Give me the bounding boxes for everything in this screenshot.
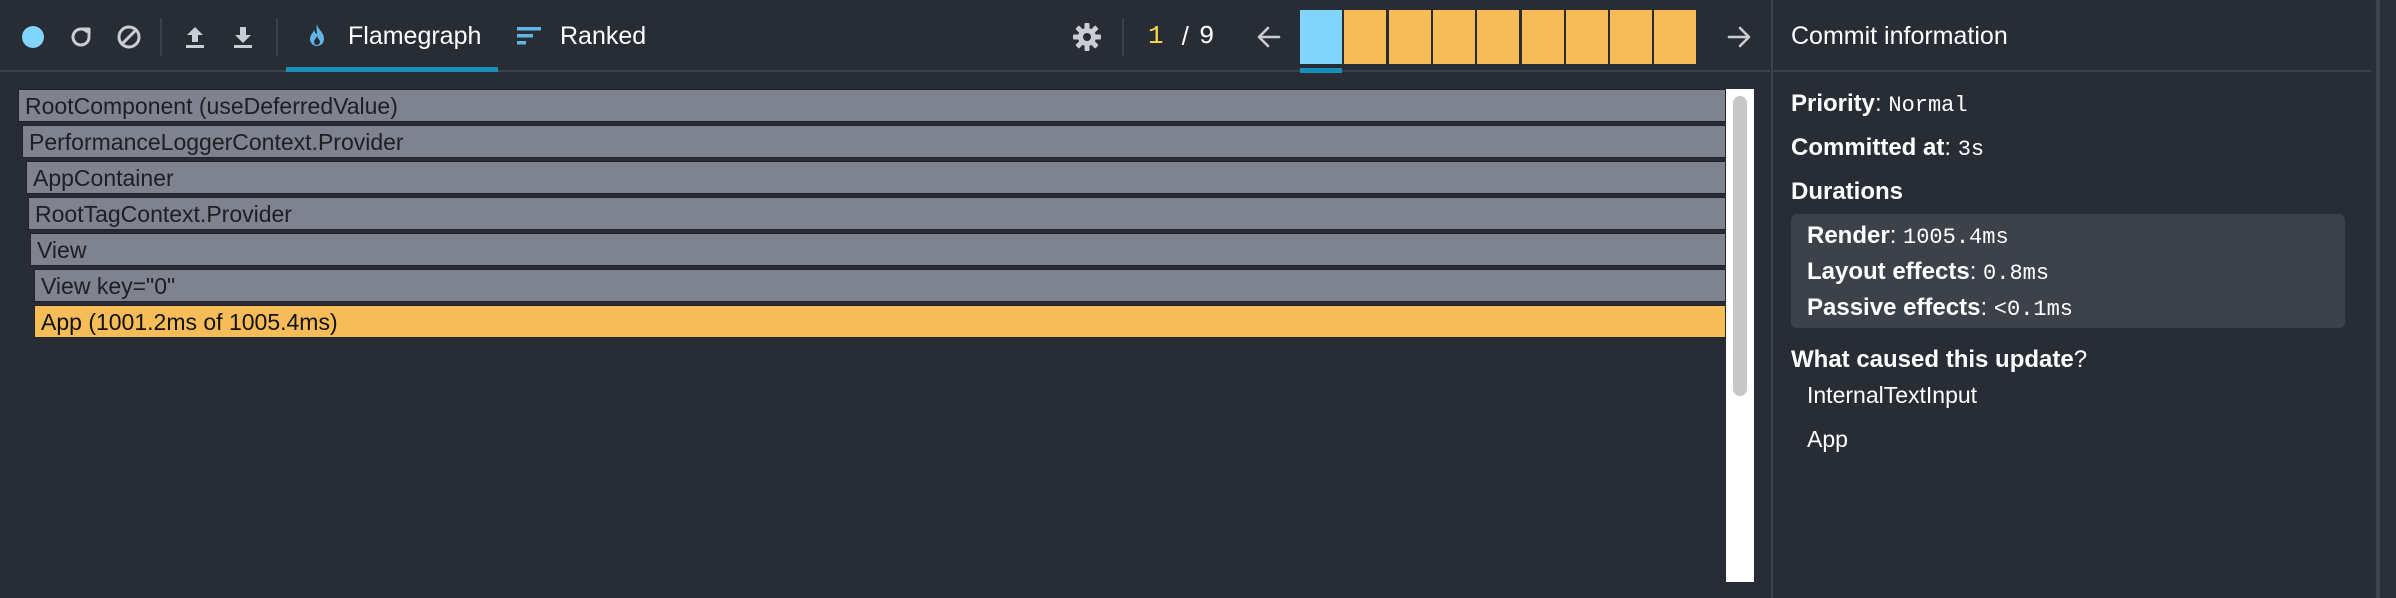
tab-ranked-label: Ranked [560, 21, 647, 50]
tab-ranked[interactable]: Ranked [516, 0, 666, 72]
profiler-main-panel: Flamegraph Ranked 1 / 9 RootComponent (u… [0, 0, 1770, 598]
commit-counter: 1 / 9 [1148, 0, 1214, 72]
layout-effects-label: Layout effects [1807, 258, 1970, 285]
download-icon [234, 27, 252, 48]
durations-box: Render: 1005.4ms Layout effects: 0.8ms P… [1791, 214, 2345, 328]
flamegraph-node[interactable]: View key="0" [34, 269, 1726, 302]
flamegraph-chart: RootComponent (useDeferredValue) Performa… [0, 72, 1770, 598]
load-profile-button[interactable] [178, 20, 212, 54]
arrow-right-icon [1727, 26, 1751, 48]
update-cause-item[interactable]: App [1807, 426, 1848, 453]
update-cause-title: What caused this update [1791, 346, 2074, 373]
committed-at-line: Committed at: 3s [1791, 134, 1985, 162]
next-commit-button[interactable] [1722, 20, 1756, 54]
window-edge-divider [2376, 0, 2380, 598]
arrow-left-icon [1257, 26, 1281, 48]
clear-profiling-data-button[interactable] [112, 20, 146, 54]
layout-effects-value: 0.8ms [1983, 261, 2050, 286]
render-duration-line: Render: 1005.4ms [1807, 222, 2009, 250]
clear-icon [117, 25, 141, 49]
profiler-toolbar: Flamegraph Ranked 1 / 9 [0, 0, 1770, 73]
flamegraph-scrollbar-thumb[interactable] [1733, 96, 1747, 396]
toolbar-separator [1122, 18, 1124, 56]
commit-bar[interactable] [1522, 10, 1564, 64]
render-label: Render [1807, 222, 1890, 249]
priority-value: Normal [1888, 93, 1968, 118]
render-value: 1005.4ms [1903, 225, 2009, 250]
record-circle-icon [22, 26, 44, 48]
upload-icon [186, 27, 204, 48]
ranked-icon [517, 27, 541, 45]
reload-icon [71, 27, 91, 47]
previous-commit-button[interactable] [1252, 20, 1286, 54]
passive-effects-line: Passive effects: <0.1ms [1807, 294, 2074, 322]
tab-flamegraph[interactable]: Flamegraph [286, 0, 498, 72]
commit-bar[interactable] [1300, 10, 1342, 64]
passive-effects-value: <0.1ms [1993, 297, 2074, 322]
gear-icon [1073, 23, 1101, 51]
durations-heading: Durations [1791, 178, 1903, 206]
commit-counter-current: 1 [1148, 21, 1164, 51]
commit-bar[interactable] [1654, 10, 1696, 64]
toolbar-separator [276, 18, 278, 56]
priority-line: Priority: Normal [1791, 90, 1968, 118]
commit-info-title: Commit information [1773, 0, 2371, 72]
flamegraph-scrollbar[interactable] [1726, 89, 1754, 582]
layout-effects-line: Layout effects: 0.8ms [1807, 258, 2050, 286]
flamegraph-node[interactable]: RootTagContext.Provider [28, 197, 1726, 230]
commit-counter-separator: / [1181, 20, 1189, 51]
reload-and-profile-button[interactable] [64, 20, 98, 54]
commit-bar[interactable] [1566, 10, 1608, 64]
flamegraph-node[interactable]: AppContainer [26, 161, 1726, 194]
commit-counter-total: 9 [1198, 21, 1215, 51]
flamegraph-node[interactable]: RootComponent (useDeferredValue) [18, 89, 1726, 122]
passive-effects-label: Passive effects [1807, 294, 1981, 321]
flamegraph-node[interactable]: App (1001.2ms of 1005.4ms) [34, 305, 1726, 338]
flame-icon [310, 24, 324, 46]
durations-title: Durations [1791, 178, 1904, 205]
profiler-settings-button[interactable] [1070, 20, 1104, 54]
tab-flamegraph-label: Flamegraph [348, 21, 482, 50]
flamegraph-node[interactable]: PerformanceLoggerContext.Provider [22, 125, 1726, 158]
committed-at-value: 3s [1957, 137, 1985, 162]
commit-bar[interactable] [1477, 10, 1519, 64]
commit-bar[interactable] [1610, 10, 1652, 64]
update-cause-question: ? [2073, 346, 2088, 373]
update-cause-item[interactable]: InternalTextInput [1807, 382, 1977, 409]
commit-bar[interactable] [1344, 10, 1386, 64]
update-cause-heading: What caused this update? [1791, 346, 2087, 374]
commit-bar[interactable] [1389, 10, 1431, 64]
flamegraph-node[interactable]: View [30, 233, 1726, 266]
commit-bar[interactable] [1433, 10, 1475, 64]
commit-info-sidebar: Commit information Priority: Normal Comm… [1771, 0, 2371, 598]
toolbar-separator [160, 18, 162, 56]
save-profile-button[interactable] [226, 20, 260, 54]
window-edge [2371, 0, 2396, 598]
profiler-root: Flamegraph Ranked 1 / 9 RootComponent (u… [0, 0, 2396, 598]
record-button[interactable] [16, 20, 50, 54]
priority-label: Priority [1791, 90, 1876, 117]
committed-at-label: Committed at [1791, 134, 1945, 161]
